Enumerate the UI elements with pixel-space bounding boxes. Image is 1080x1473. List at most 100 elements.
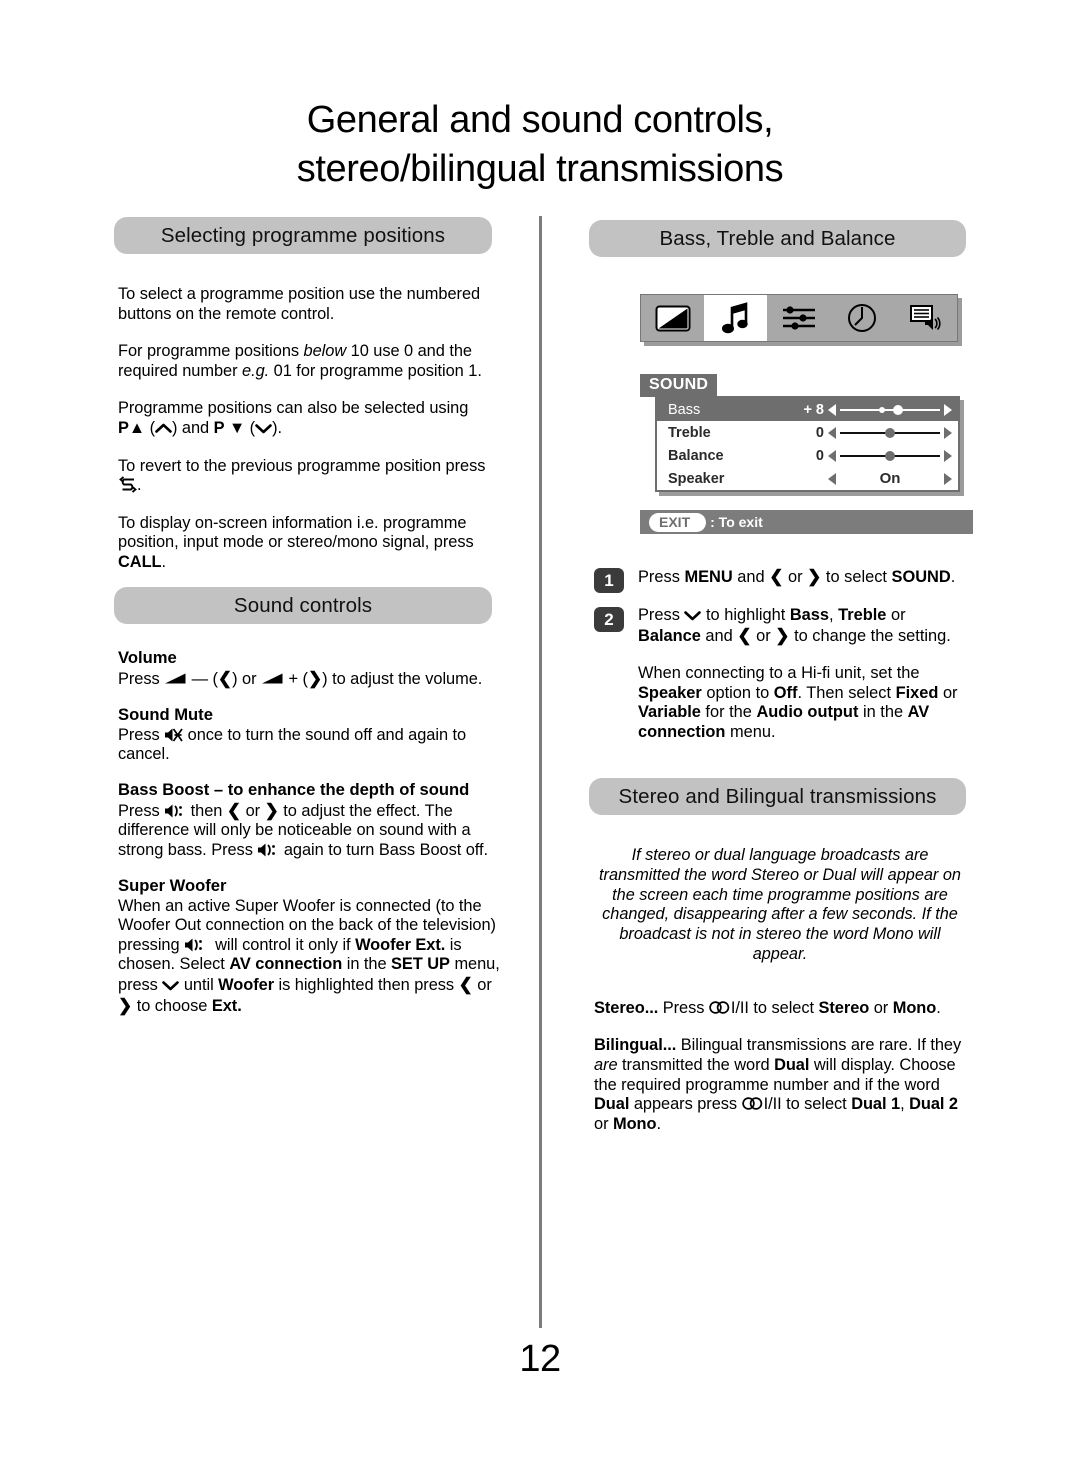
osd-row-balance-value: 0 <box>815 447 824 464</box>
sound-item-mute-body: Press once to turn the sound off and aga… <box>118 725 467 764</box>
sound-item-super-woofer: Super Woofer When an active Super Woofer… <box>118 876 503 1017</box>
osd-icon-bar <box>640 294 958 342</box>
chevron-down-icon <box>162 979 180 992</box>
osd-right-arrow-icon[interactable] <box>944 472 952 485</box>
osd-icon-picture-contrast[interactable] <box>641 295 704 341</box>
left-arrow-icon: ❮ <box>217 669 233 688</box>
osd-row-bass-slider[interactable] <box>828 398 952 421</box>
osd-left-arrow-icon[interactable] <box>828 426 836 439</box>
osd-icon-timer[interactable] <box>831 295 894 341</box>
page-title-line-1: General and sound controls, <box>306 99 774 141</box>
paragraph-revert: To revert to the previous programme posi… <box>118 456 490 495</box>
sound-item-bass-boost: Bass Boost – to enhance the depth of sou… <box>118 780 503 861</box>
right-arrow-icon: ❯ <box>118 995 133 1015</box>
left-arrow-icon: ❮ <box>769 567 784 586</box>
sound-item-volume-title: Volume <box>118 648 177 667</box>
osd-icon-teletext-sound[interactable] <box>894 295 957 341</box>
osd-bass-knob[interactable] <box>893 404 903 415</box>
step-2: 2 Press to highlight Bass, Treble or Bal… <box>594 606 970 646</box>
osd-row-speaker[interactable]: Speaker On <box>657 467 958 490</box>
section-heading-bass-treble-balance: Bass, Treble and Balance <box>589 220 966 257</box>
page-number: 12 <box>519 1338 561 1380</box>
picture-contrast-icon <box>655 305 691 331</box>
page-title: General and sound controls, stereo/bilin… <box>114 96 966 194</box>
osd-treble-track[interactable] <box>840 427 940 439</box>
osd-row-treble-value: 0 <box>815 424 824 441</box>
left-column-body: To select a programme position use the n… <box>118 285 496 591</box>
sound-item-super-woofer-title: Super Woofer <box>118 875 227 895</box>
step-2-text: Press to highlight Bass, Treble or Balan… <box>638 606 951 645</box>
column-divider <box>539 216 542 1328</box>
osd-row-treble[interactable]: Treble 0 <box>657 421 958 444</box>
osd-bass-marker <box>879 406 885 413</box>
section-heading-selecting-programme-positions: Selecting programme positions <box>114 217 492 254</box>
osd-row-balance[interactable]: Balance 0 <box>657 444 958 467</box>
osd-right-arrow-icon[interactable] <box>944 426 952 439</box>
clock-timer-icon <box>848 304 877 332</box>
osd-menu-title: SOUND <box>640 374 718 397</box>
paragraph-call: To display on-screen information i.e. pr… <box>118 513 474 571</box>
sound-item-bass-boost-title: Bass Boost – to enhance the depth of sou… <box>118 779 470 799</box>
paragraph-below-ten: For programme positions below 10 use 0 a… <box>118 342 482 380</box>
osd-exit-button[interactable]: EXIT <box>649 512 707 532</box>
osd-left-arrow-icon[interactable] <box>828 449 836 462</box>
revert-arrows-icon <box>118 476 137 493</box>
osd-row-balance-slider[interactable] <box>828 444 952 467</box>
teletext-speaker-icon <box>910 305 942 331</box>
feature-sliders-icon <box>783 306 815 330</box>
volume-wedge-icon <box>261 671 284 684</box>
volume-wedge-icon <box>164 671 187 684</box>
left-arrow-icon: ❮ <box>458 974 473 994</box>
step-1-text: Press MENU and ❮ or ❯ to select SOUND. <box>638 567 956 586</box>
osd-icon-sound[interactable] <box>704 295 768 341</box>
page-title-line-2: stereo/bilingual transmissions <box>296 148 784 190</box>
chevron-up-icon <box>155 422 172 435</box>
osd-balance-track[interactable] <box>840 450 940 462</box>
stereo-paragraph: Stereo... Press I/II to select Stereo or… <box>594 998 941 1017</box>
stereo-label: Stereo... <box>594 998 659 1017</box>
osd-row-speaker-option[interactable]: On <box>828 467 952 490</box>
section-heading-sound-controls: Sound controls <box>114 587 492 624</box>
right-arrow-icon: ❯ <box>775 625 790 645</box>
sound-item-mute-title: Sound Mute <box>118 704 213 724</box>
osd-row-bass-label: Bass <box>668 401 701 418</box>
hifi-note: When connecting to a Hi-fi unit, set the… <box>638 664 958 741</box>
osd-treble-knob[interactable] <box>885 427 895 438</box>
osd-row-speaker-label: Speaker <box>668 470 725 487</box>
section-heading-stereo-bilingual: Stereo and Bilingual transmissions <box>589 778 966 815</box>
osd-row-bass-value: + 8 <box>803 401 824 418</box>
osd-row-balance-label: Balance <box>668 447 724 464</box>
stereo-io-icon <box>709 1000 731 1014</box>
paragraph-select-position: To select a programme position use the n… <box>118 285 481 323</box>
osd-sound-menu: Bass + 8 Treble 0 Balance 0 Speaker On <box>655 396 960 492</box>
osd-exit-hint: : To exit <box>710 514 763 530</box>
sound-controls-body: Volume Press — (❮) or + (❯) to adjust th… <box>118 648 503 1031</box>
right-arrow-icon: ❯ <box>307 669 323 688</box>
sound-item-volume-body: Press — (❮) or + (❯) to adjust the volum… <box>118 669 483 688</box>
osd-right-arrow-icon[interactable] <box>944 403 952 416</box>
sound-item-super-woofer-body: When an active Super Woofer is connected… <box>118 896 500 1015</box>
osd-balance-knob[interactable] <box>885 450 895 461</box>
right-arrow-icon: ❯ <box>807 567 822 586</box>
chevron-down-icon <box>684 609 702 622</box>
osd-row-treble-slider[interactable] <box>828 421 952 444</box>
osd-icon-features[interactable] <box>767 295 830 341</box>
osd-left-arrow-icon[interactable] <box>828 403 836 416</box>
bass-boost-speaker-icon <box>257 842 279 858</box>
stereo-intro-paragraph: If stereo or dual language broadcasts ar… <box>599 846 961 963</box>
left-arrow-icon: ❮ <box>737 625 752 645</box>
bilingual-label: Bilingual... <box>594 1036 677 1055</box>
stereo-io-icon <box>741 1096 764 1110</box>
osd-row-speaker-value: On <box>879 470 901 487</box>
osd-row-bass[interactable]: Bass + 8 <box>657 398 958 421</box>
osd-bass-track[interactable] <box>840 404 940 416</box>
osd-left-arrow-icon[interactable] <box>828 472 836 485</box>
right-column-steps: 1 Press MENU and ❮ or ❯ to select SOUND.… <box>594 567 970 743</box>
step-1: 1 Press MENU and ❮ or ❯ to select SOUND. <box>594 567 970 593</box>
sound-item-volume: Volume Press — (❮) or + (❯) to adjust th… <box>118 648 503 690</box>
osd-right-arrow-icon[interactable] <box>944 449 952 462</box>
left-arrow-icon: ❮ <box>226 800 242 820</box>
music-note-icon <box>721 302 748 334</box>
sound-item-mute: Sound Mute Press once to turn the sound … <box>118 705 503 765</box>
osd-row-treble-label: Treble <box>668 424 711 441</box>
